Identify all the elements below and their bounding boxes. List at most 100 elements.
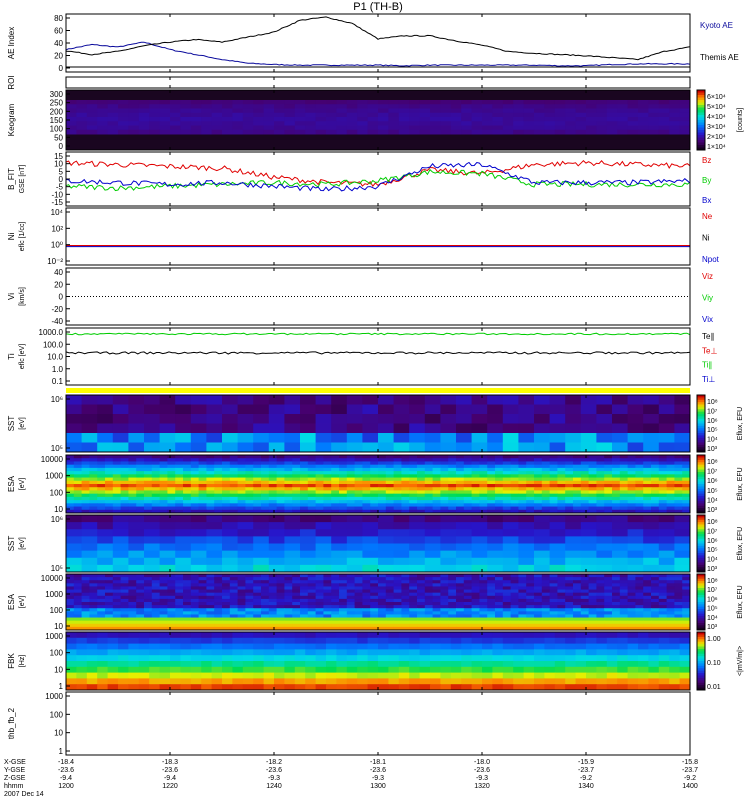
- sst2-cell: [456, 529, 472, 537]
- esa1-cell: [534, 484, 542, 488]
- esa1-cell: [152, 484, 160, 488]
- esa2-cell: [409, 593, 417, 597]
- sst2-cell: [440, 522, 456, 530]
- sst2-cell: [206, 544, 222, 552]
- esa1-cell: [620, 503, 628, 507]
- esa2-cell: [339, 624, 347, 628]
- esa1-cell: [230, 484, 238, 488]
- esa2-cell: [440, 621, 448, 625]
- keogram-cell: [430, 126, 441, 131]
- esa2-cell: [589, 621, 597, 625]
- esa1-cell: [160, 481, 168, 485]
- esa2-cell: [238, 621, 246, 625]
- esa2-cell: [355, 602, 363, 606]
- esa2-cell: [362, 621, 370, 625]
- keogram-cell: [420, 104, 431, 109]
- esa2-cell: [628, 593, 636, 597]
- esa1-cell: [628, 481, 636, 485]
- esa2-cell: [245, 574, 253, 578]
- fbk-cell: [482, 649, 493, 655]
- sst2-cell: [659, 536, 675, 544]
- esa2-cell: [550, 621, 558, 625]
- esa1-cell: [160, 465, 168, 469]
- esa2-cell: [121, 621, 129, 625]
- sst2-cell: [175, 536, 191, 544]
- keogram-cell: [232, 109, 243, 114]
- esa1-cell: [495, 461, 503, 465]
- sst1-cell: [362, 424, 378, 434]
- sst1-cell: [534, 443, 550, 453]
- esa1-cell: [557, 481, 565, 485]
- sst1-cell: [222, 424, 238, 434]
- esa2-cell: [277, 577, 285, 581]
- esa2-cell: [191, 621, 199, 625]
- esa2-cell: [339, 574, 347, 578]
- esa1-cell: [191, 487, 199, 491]
- fbk-cell: [368, 649, 379, 655]
- fbk-cell: [201, 632, 212, 638]
- esa1-cell: [682, 458, 690, 462]
- keogram-cell: [149, 113, 160, 118]
- esa1-cell: [659, 503, 667, 507]
- esa2-cell: [105, 614, 113, 618]
- esa2-cell: [456, 599, 464, 603]
- y-tick-label: 0: [59, 293, 64, 302]
- esa2-cell: [253, 599, 261, 603]
- esa2-cell: [635, 577, 643, 581]
- sst2-cell: [440, 529, 456, 537]
- esa1-cell: [448, 478, 456, 482]
- esa1-cell: [191, 465, 199, 469]
- y-tick-label: 60: [54, 27, 63, 36]
- esa2-cell: [206, 574, 214, 578]
- esa2-cell: [596, 618, 604, 622]
- esa1-cell: [518, 455, 526, 459]
- esa1-cell: [199, 455, 207, 459]
- sst2-cell: [409, 536, 425, 544]
- fbk-cell: [368, 673, 379, 679]
- esa2-cell: [472, 618, 480, 622]
- esa2-cell: [667, 586, 675, 590]
- sst1-cell: [82, 395, 98, 405]
- esa2-cell: [472, 599, 480, 603]
- esa2-cell: [378, 618, 386, 622]
- fbk-cell: [669, 644, 680, 650]
- y-tick-label: 80: [54, 14, 63, 23]
- esa2-cell: [308, 605, 316, 609]
- esa2-cell: [557, 583, 565, 587]
- esa1-cell: [401, 474, 409, 478]
- esa1-cell: [300, 458, 308, 462]
- fbk-cell: [368, 638, 379, 644]
- sst1-cell: [596, 424, 612, 434]
- esa2-cell: [425, 599, 433, 603]
- esa1-cell: [378, 478, 386, 482]
- esa2-cell: [394, 614, 402, 618]
- esa2-cell: [651, 608, 659, 612]
- sst1-cell: [284, 395, 300, 405]
- keogram-cell: [160, 104, 171, 109]
- sst2-cell: [82, 529, 98, 537]
- fbk-cell: [409, 678, 420, 684]
- esa1-cell: [674, 481, 682, 485]
- sst2-cell: [394, 551, 410, 559]
- esa1-cell: [113, 490, 121, 494]
- esa1-cell: [651, 461, 659, 465]
- esa1-cell: [82, 465, 90, 469]
- keogram-cell: [409, 121, 420, 126]
- sst2-cell: [503, 529, 519, 537]
- esa1-cell: [386, 468, 394, 472]
- esa2-cell: [362, 593, 370, 597]
- esa2-cell: [97, 624, 105, 628]
- keogram-cell: [368, 126, 379, 131]
- keogram-cell: [180, 109, 191, 114]
- esa2-cell: [425, 596, 433, 600]
- esa1-cell: [565, 458, 573, 462]
- esa2-cell: [370, 608, 378, 612]
- esa1-cell: [581, 494, 589, 498]
- fbk-cell: [201, 667, 212, 673]
- keogram-cell: [669, 117, 680, 122]
- esa2-cell: [144, 614, 152, 618]
- esa1-cell: [292, 478, 300, 482]
- esa2-cell: [667, 580, 675, 584]
- fbk-cell: [305, 632, 316, 638]
- fbk-cell: [170, 673, 181, 679]
